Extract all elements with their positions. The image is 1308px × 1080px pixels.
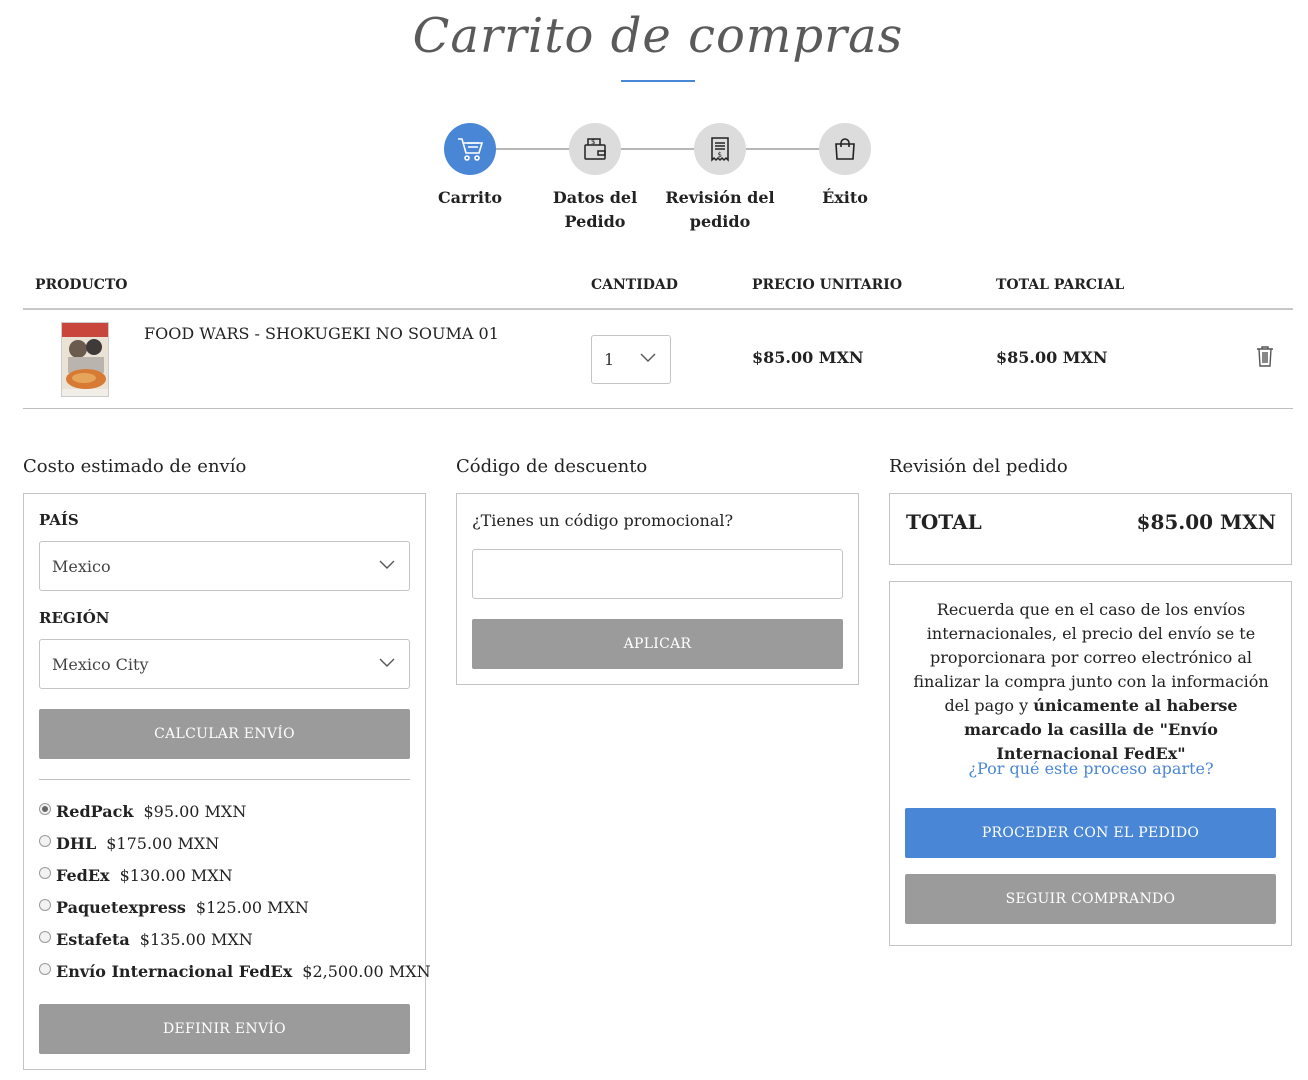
carrier-price: $130.00 MXN: [119, 866, 233, 885]
country-select[interactable]: Mexico: [39, 541, 410, 591]
quantity-select[interactable]: 1: [591, 335, 671, 384]
total-label: TOTAL: [906, 510, 982, 534]
continue-shopping-button[interactable]: SEGUIR COMPRANDO: [905, 874, 1276, 924]
carrier-name: Estafeta: [56, 930, 130, 949]
step-label-success: Éxito: [822, 188, 868, 207]
table-header-divider: [23, 308, 1293, 310]
shipping-option-estafeta[interactable]: Estafeta $135.00 MXN: [39, 930, 253, 949]
step-connector: [621, 148, 695, 150]
subtotal-price: $85.00 MXN: [996, 348, 1108, 367]
step-connector: [496, 148, 570, 150]
step-order-review[interactable]: $: [694, 123, 746, 175]
promo-question: ¿Tienes un código promocional?: [472, 511, 734, 530]
shipping-divider: [39, 779, 410, 780]
review-title: Revisión del pedido: [889, 456, 1068, 477]
region-label: REGIÓN: [39, 609, 110, 627]
step-success[interactable]: [819, 123, 871, 175]
carrier-price: $95.00 MXN: [143, 802, 247, 821]
shipping-option-redpack[interactable]: RedPack $95.00 MXN: [39, 802, 246, 821]
carrier-name: FedEx: [56, 866, 110, 885]
international-shipping-note: Recuerda que en el caso de los envíos in…: [905, 598, 1277, 766]
carrier-price: $135.00 MXN: [139, 930, 253, 949]
region-value: Mexico City: [52, 654, 149, 674]
column-header-quantity: CANTIDAD: [591, 277, 678, 293]
column-header-unit-price: PRECIO UNITARIO: [752, 277, 903, 293]
title-underline: [621, 80, 695, 82]
radio-button[interactable]: [39, 834, 51, 847]
shipping-option-paquetexpress[interactable]: Paquetexpress $125.00 MXN: [39, 898, 309, 917]
proceed-order-button[interactable]: PROCEDER CON EL PEDIDO: [905, 808, 1276, 858]
product-image[interactable]: [61, 322, 109, 397]
apply-button[interactable]: APLICAR: [472, 619, 843, 669]
shopping-cart-icon: [458, 138, 484, 161]
shipping-option-international-fedex[interactable]: Envío Internacional FedEx $2,500.00 MXN: [39, 962, 431, 981]
country-label: PAÍS: [39, 511, 79, 529]
radio-button[interactable]: [39, 802, 51, 815]
promo-code-input[interactable]: [472, 549, 843, 599]
shipping-option-dhl[interactable]: DHL $175.00 MXN: [39, 834, 219, 853]
step-order-data[interactable]: $: [569, 123, 621, 175]
carrier-price: $125.00 MXN: [195, 898, 309, 917]
carrier-price: $2,500.00 MXN: [302, 962, 431, 981]
carrier-name: Envío Internacional FedEx: [56, 962, 293, 981]
radio-button[interactable]: [39, 962, 51, 975]
why-separate-process-link[interactable]: ¿Por qué este proceso aparte?: [905, 759, 1277, 778]
discount-title: Código de descuento: [456, 456, 648, 477]
country-value: Mexico: [52, 556, 111, 576]
chevron-down-icon: [379, 658, 395, 667]
step-cart[interactable]: [444, 123, 496, 175]
step-label-order-review: Revisión del pedido: [665, 188, 775, 231]
svg-text:$: $: [718, 151, 722, 159]
shipping-title: Costo estimado de envío: [23, 456, 247, 477]
radio-button[interactable]: [39, 898, 51, 911]
carrier-price: $175.00 MXN: [106, 834, 220, 853]
column-header-subtotal: TOTAL PARCIAL: [996, 277, 1125, 293]
radio-button[interactable]: [39, 930, 51, 943]
step-connector: [746, 148, 820, 150]
region-select[interactable]: Mexico City: [39, 639, 410, 689]
chevron-down-icon: [640, 353, 656, 362]
table-row-divider: [23, 408, 1293, 409]
step-label-order-data: Datos del Pedido: [552, 188, 638, 231]
wallet-icon: $: [584, 138, 606, 160]
total-value: $85.00 MXN: [1136, 510, 1276, 534]
shipping-option-fedex[interactable]: FedEx $130.00 MXN: [39, 866, 233, 885]
carrier-name: DHL: [56, 834, 97, 853]
calculate-shipping-button[interactable]: CALCULAR ENVÍO: [39, 709, 410, 759]
radio-button[interactable]: [39, 866, 51, 879]
step-label-cart: Carrito: [437, 188, 503, 207]
define-shipping-button[interactable]: DEFINIR ENVÍO: [39, 1004, 410, 1054]
chevron-down-icon: [379, 560, 395, 569]
product-name[interactable]: FOOD WARS - SHOKUGEKI NO SOUMA 01: [144, 324, 499, 343]
column-header-product: PRODUCTO: [35, 277, 128, 293]
quantity-value: 1: [604, 350, 615, 369]
receipt-icon: $: [711, 137, 729, 162]
unit-price: $85.00 MXN: [752, 348, 864, 367]
page-title: Carrito de compras: [412, 8, 904, 64]
carrier-name: Paquetexpress: [56, 898, 186, 917]
shopping-bag-icon: [835, 138, 855, 160]
carrier-name: RedPack: [56, 802, 134, 821]
trash-icon[interactable]: [1256, 345, 1274, 371]
svg-text:$: $: [591, 138, 595, 146]
